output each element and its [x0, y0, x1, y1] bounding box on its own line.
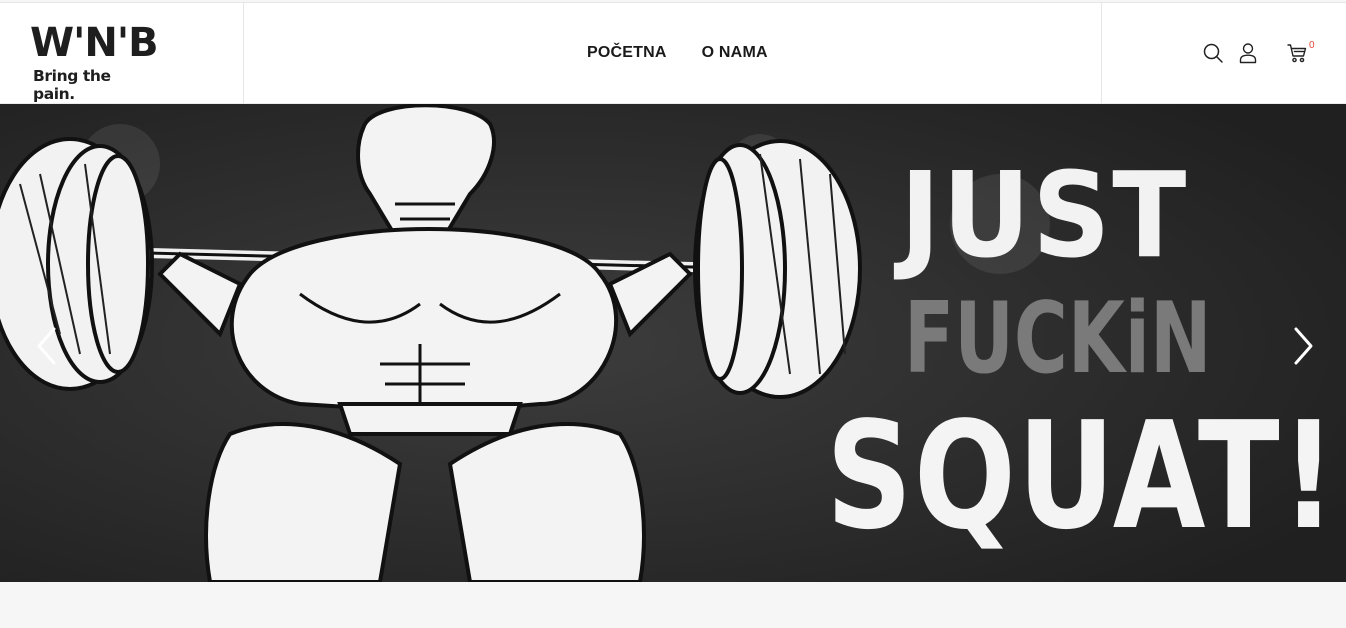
site-logo[interactable]: W'N'B Bring the pain.: [30, 21, 159, 103]
cart-button[interactable]: [1286, 42, 1308, 64]
logo-area: W'N'B Bring the pain.: [0, 3, 244, 104]
user-icon: [1239, 43, 1257, 64]
site-header: W'N'B Bring the pain. POČETNA O NAMA 0: [0, 2, 1346, 104]
chevron-right-icon: [1294, 327, 1313, 365]
slider-prev-button[interactable]: [34, 326, 60, 366]
hero-slogan-line-3: SQUAT!: [826, 390, 1338, 562]
logo-wordmark: W'N'B: [30, 20, 159, 66]
search-button[interactable]: [1202, 42, 1224, 64]
slider-next-button[interactable]: [1290, 326, 1316, 366]
nav-item-pocetna[interactable]: POČETNA: [587, 43, 667, 65]
left-plates: [0, 137, 154, 391]
right-plates: [693, 139, 862, 399]
hero-slogan-line-1: JUST: [900, 146, 1189, 284]
main-nav: POČETNA O NAMA: [587, 43, 803, 65]
cart-icon: [1287, 44, 1307, 63]
chevron-left-icon: [37, 327, 56, 365]
search-icon: [1203, 43, 1223, 63]
header-actions: 0: [1101, 3, 1346, 104]
hero-slider: JUST FUCKiN SQUAT!: [0, 104, 1346, 582]
hero-slogan-line-2: FUCKiN: [904, 282, 1212, 396]
content-area: [0, 582, 1346, 628]
nav-item-o-nama[interactable]: O NAMA: [702, 43, 768, 65]
account-button[interactable]: [1237, 42, 1259, 64]
cart-count-badge: 0: [1309, 40, 1315, 51]
logo-tagline: Bring the pain.: [33, 67, 111, 103]
